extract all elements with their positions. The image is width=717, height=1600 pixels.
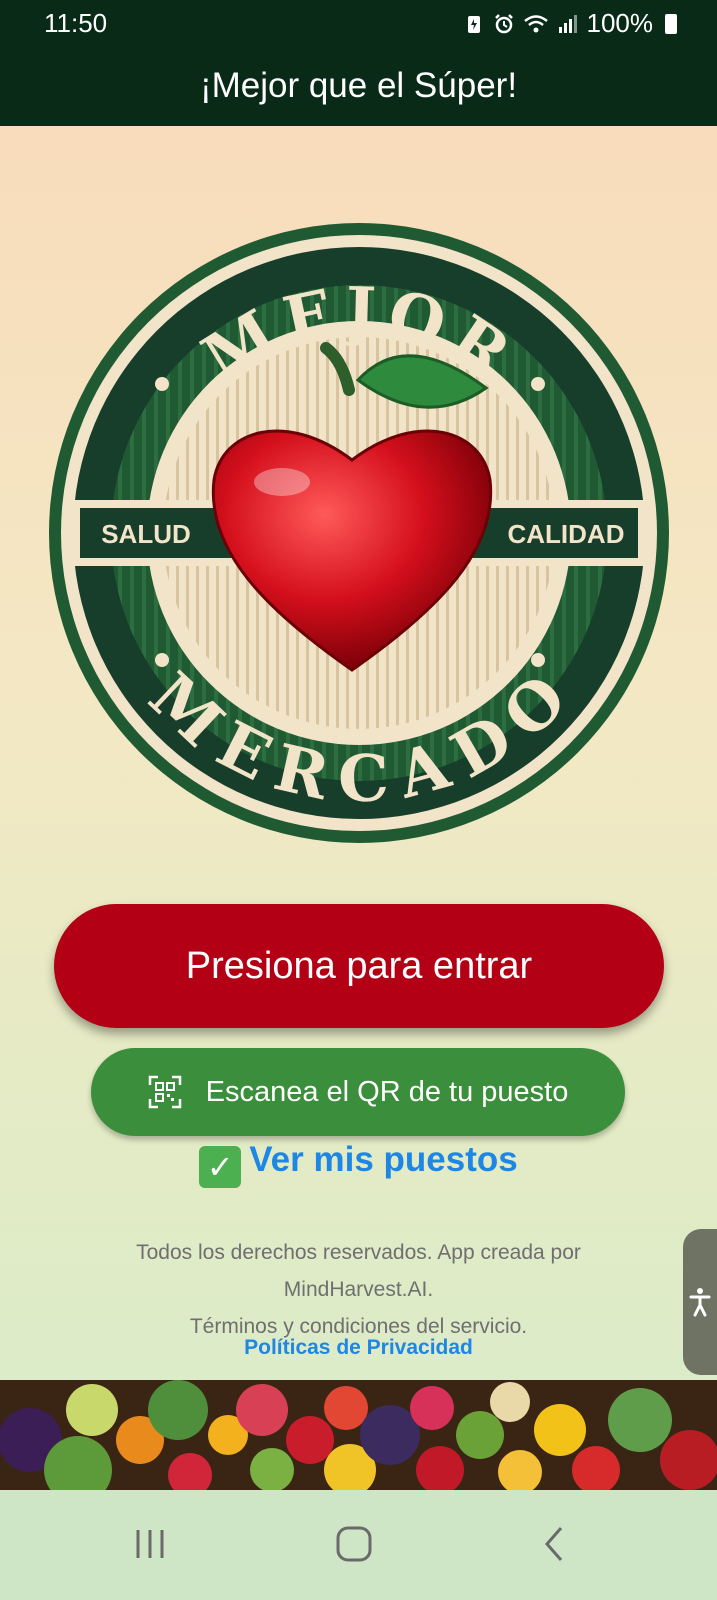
battery-icon xyxy=(665,13,677,34)
back-icon[interactable] xyxy=(535,1520,575,1568)
status-icons: 100% xyxy=(463,8,677,39)
mejor-mercado-logo: MEJOR MERCADO SALUD CALIDAD xyxy=(49,223,669,843)
produce-banner-image xyxy=(0,1380,717,1490)
accessibility-button[interactable] xyxy=(683,1229,717,1375)
logo-right-label: CALIDAD xyxy=(508,519,625,549)
main-content: MEJOR MERCADO SALUD CALIDAD Presiona par… xyxy=(0,126,717,1380)
qr-code-icon xyxy=(148,1075,181,1109)
home-icon[interactable] xyxy=(330,1520,378,1568)
alarm-icon xyxy=(494,13,513,33)
scan-qr-button-label: Escanea el QR de tu puesto xyxy=(205,1075,569,1108)
battery-percent: 100% xyxy=(586,8,654,38)
logo-left-label: SALUD xyxy=(101,519,191,549)
status-bar: 11:50 100% xyxy=(0,0,717,46)
view-stalls-link[interactable]: ✓ Ver mis puestos xyxy=(0,1140,717,1188)
app-bar: ¡Mejor que el Súper! xyxy=(0,46,717,126)
privacy-policy-link[interactable]: Políticas de Privacidad xyxy=(0,1336,717,1360)
battery-saver-icon xyxy=(467,15,480,33)
scan-qr-button[interactable]: Escanea el QR de tu puesto xyxy=(91,1048,625,1136)
system-navigation-bar xyxy=(0,1490,717,1600)
signal-icon xyxy=(558,14,577,33)
footer-line-1: Todos los derechos reservados. App cread… xyxy=(136,1241,581,1264)
enter-button[interactable]: Presiona para entrar xyxy=(54,904,664,1028)
page-title: ¡Mejor que el Súper! xyxy=(199,66,518,105)
check-mark-icon: ✓ xyxy=(199,1146,242,1188)
accessibility-icon xyxy=(689,1288,711,1317)
wifi-icon xyxy=(523,14,548,32)
footer-text: Todos los derechos reservados. App cread… xyxy=(60,1234,657,1345)
footer-line-2: MindHarvest.AI. xyxy=(283,1278,434,1301)
recent-apps-icon[interactable] xyxy=(130,1520,170,1568)
view-stalls-label: Ver mis puestos xyxy=(249,1140,518,1179)
status-time: 11:50 xyxy=(44,8,108,38)
privacy-policy-label: Políticas de Privacidad xyxy=(244,1336,473,1359)
enter-button-label: Presiona para entrar xyxy=(185,945,533,987)
